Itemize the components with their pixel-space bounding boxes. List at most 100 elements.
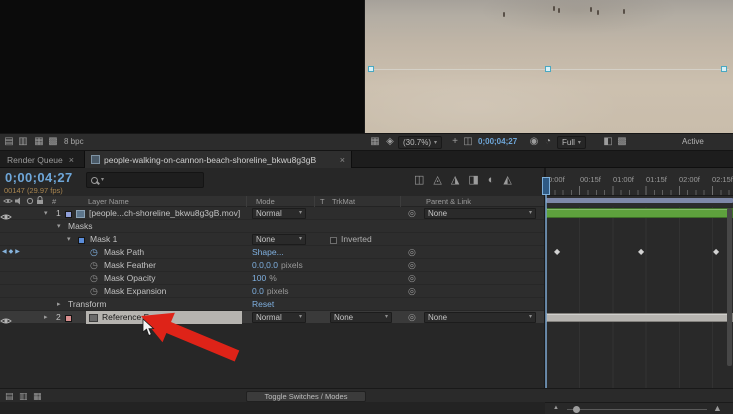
roi-toggle-icon[interactable]: ◧ bbox=[601, 134, 615, 150]
composition-mini-flowchart-icon[interactable]: ◫ bbox=[414, 174, 424, 187]
selection-handle[interactable] bbox=[721, 66, 727, 72]
search-input[interactable] bbox=[107, 175, 199, 185]
property-value[interactable]: 0.0,0.0 bbox=[252, 259, 278, 272]
blend-mode-dropdown[interactable]: Normal ▾ bbox=[252, 312, 306, 323]
group-label[interactable]: Masks bbox=[68, 220, 93, 233]
close-icon[interactable]: × bbox=[69, 155, 74, 165]
close-icon[interactable]: × bbox=[340, 155, 345, 165]
twirl-closed-icon[interactable]: ▸ bbox=[44, 311, 48, 324]
masks-group-row[interactable]: ▾ Masks bbox=[0, 220, 545, 233]
stopwatch-icon[interactable]: ◷ bbox=[90, 259, 98, 272]
parent-link-dropdown[interactable]: None ▾ bbox=[424, 312, 536, 323]
group-label[interactable]: Transform bbox=[68, 298, 106, 311]
column-layer-name[interactable]: Layer Name bbox=[88, 196, 129, 207]
zoom-in-icon[interactable]: ▲ bbox=[713, 403, 722, 413]
grid-options-icon[interactable]: ▦ bbox=[32, 134, 46, 150]
twirl-open-icon[interactable]: ▾ bbox=[57, 220, 61, 233]
stopwatch-icon[interactable]: ◷ bbox=[90, 272, 98, 285]
property-pickwhip-icon[interactable]: ◎ bbox=[408, 285, 416, 298]
stopwatch-icon[interactable]: ◷ bbox=[90, 246, 98, 259]
take-snapshot-icon[interactable]: ◉ bbox=[527, 134, 541, 150]
property-label[interactable]: Mask Path bbox=[104, 246, 144, 259]
bit-depth-label[interactable]: 8 bpc bbox=[64, 134, 84, 150]
previous-keyframe-icon[interactable]: ◀ bbox=[2, 249, 9, 255]
tab-render-queue[interactable]: Render Queue × bbox=[0, 151, 81, 168]
zoom-level-dropdown[interactable]: (30.7%) ▾ bbox=[398, 136, 443, 149]
property-pickwhip-icon[interactable]: ◎ bbox=[408, 246, 416, 259]
frame-blending-icon[interactable]: ◨ bbox=[468, 174, 478, 187]
guides-icon[interactable]: + bbox=[448, 134, 462, 150]
hide-shy-layers-icon[interactable]: ◮ bbox=[451, 174, 459, 187]
time-ruler[interactable]: 0:00f 00:15f 01:00f 01:15f 02:00f 02:15f bbox=[546, 168, 733, 196]
current-time-indicator-head[interactable] bbox=[542, 177, 550, 195]
blend-mode-dropdown[interactable]: Normal ▾ bbox=[252, 208, 306, 219]
column-trkmat[interactable]: TrkMat bbox=[332, 196, 355, 207]
transparency-grid-icon[interactable]: ▦ bbox=[368, 134, 382, 150]
parent-pickwhip-icon[interactable]: ◎ bbox=[408, 311, 416, 324]
layer-2-duration-bar-selected[interactable] bbox=[546, 313, 733, 322]
panel-menu-icon[interactable]: ▤ bbox=[2, 134, 16, 150]
keyframe-diamond[interactable]: ◆ bbox=[713, 248, 719, 256]
twirl-closed-icon[interactable]: ▸ bbox=[57, 298, 61, 311]
twirl-open-icon[interactable]: ▾ bbox=[44, 207, 48, 220]
column-parent-link[interactable]: Parent & Link bbox=[426, 196, 471, 207]
expand-layer-switches-button[interactable]: ▤ bbox=[5, 391, 14, 401]
timeline-tracks-area[interactable]: ◆ ◆ ◆ bbox=[546, 207, 733, 388]
inverted-checkbox[interactable] bbox=[330, 236, 337, 244]
motion-blur-icon[interactable]: ◐ bbox=[488, 174, 495, 187]
toggle-switches-modes-button[interactable]: Toggle Switches / Modes bbox=[246, 390, 366, 402]
grid-toggle-icon[interactable]: ▩ bbox=[615, 134, 629, 150]
mask-feather-row[interactable]: ◷ Mask Feather 0.0,0.0 pixels ◎ bbox=[0, 259, 545, 272]
column-mode[interactable]: Mode bbox=[256, 196, 275, 207]
selection-handle[interactable] bbox=[545, 66, 551, 72]
panel-layout-icon[interactable]: ▥ bbox=[16, 134, 30, 150]
label-color-swatch[interactable] bbox=[65, 314, 72, 322]
layer-name[interactable]: [people...ch-shoreline_bkwu8g3gB.mov] bbox=[89, 207, 240, 220]
work-area-bar[interactable] bbox=[546, 198, 733, 203]
current-timecode[interactable]: 0;00;04;27 bbox=[5, 170, 73, 185]
transform-group-row[interactable]: ▸ Transform Reset bbox=[0, 298, 545, 311]
draft-3d-icon[interactable]: ◬ bbox=[433, 174, 441, 187]
vertical-scrollbar[interactable] bbox=[727, 208, 732, 366]
property-label[interactable]: Mask Feather bbox=[104, 259, 156, 272]
mask-path-row[interactable]: ◀◆▶ ◷ Mask Path Shape... ◎ bbox=[0, 246, 545, 259]
timeline-search[interactable]: ▾ bbox=[86, 172, 204, 188]
mask-name[interactable]: Mask 1 bbox=[90, 233, 117, 246]
label-color-swatch[interactable] bbox=[65, 210, 72, 218]
column-t[interactable]: T bbox=[320, 196, 325, 207]
parent-pickwhip-icon[interactable]: ◎ bbox=[408, 207, 416, 220]
parent-link-dropdown[interactable]: None ▾ bbox=[424, 208, 536, 219]
layer-1-duration-bar[interactable] bbox=[546, 208, 733, 218]
zoom-slider-track[interactable] bbox=[567, 409, 707, 410]
layer-row-2-selected[interactable]: ▸ 2 Reference Frame Normal ▾ None ▾ ◎ No… bbox=[0, 311, 545, 324]
mask-opacity-row[interactable]: ◷ Mask Opacity 100 % ◎ bbox=[0, 272, 545, 285]
footage-preview[interactable] bbox=[365, 0, 733, 133]
keyframe-navigator[interactable]: ◀◆▶ bbox=[2, 246, 22, 259]
keyframe-diamond[interactable]: ◆ bbox=[554, 248, 560, 256]
keyframe-diamond[interactable]: ◆ bbox=[638, 248, 644, 256]
expand-transfer-controls-button[interactable]: ▥ bbox=[19, 391, 28, 401]
mask-1-row[interactable]: ▾ Mask 1 None ▾ Inverted bbox=[0, 233, 545, 246]
zoom-out-icon[interactable]: ▲ bbox=[553, 405, 559, 411]
layer-row-1[interactable]: ▾ 1 [people...ch-shoreline_bkwu8g3gB.mov… bbox=[0, 207, 545, 220]
visibility-eye-icon[interactable] bbox=[0, 314, 12, 327]
expand-in-out-button[interactable]: ▦ bbox=[33, 391, 42, 401]
preview-timecode[interactable]: 0;00;04;27 bbox=[478, 134, 517, 150]
twirl-open-icon[interactable]: ▾ bbox=[67, 233, 71, 246]
property-value[interactable]: Shape... bbox=[252, 246, 284, 259]
selection-handle[interactable] bbox=[368, 66, 374, 72]
show-channel-icon[interactable]: ◔ bbox=[541, 134, 555, 150]
mask-color-swatch[interactable] bbox=[78, 236, 85, 244]
property-value[interactable]: 0.0 bbox=[252, 285, 264, 298]
resolution-dropdown[interactable]: Full ▾ bbox=[557, 136, 586, 149]
reset-link[interactable]: Reset bbox=[252, 298, 274, 311]
column-hash[interactable]: # bbox=[52, 196, 56, 207]
graph-editor-icon[interactable]: ◭ bbox=[503, 174, 511, 187]
property-value[interactable]: 100 bbox=[252, 272, 266, 285]
next-keyframe-icon[interactable]: ▶ bbox=[15, 249, 22, 255]
zoom-slider-handle[interactable] bbox=[573, 405, 580, 413]
mask-mode-dropdown[interactable]: None ▾ bbox=[252, 234, 306, 245]
region-of-interest-icon[interactable]: ◫ bbox=[461, 134, 475, 150]
stopwatch-icon[interactable]: ◷ bbox=[90, 285, 98, 298]
current-time-indicator-line[interactable] bbox=[545, 195, 547, 388]
